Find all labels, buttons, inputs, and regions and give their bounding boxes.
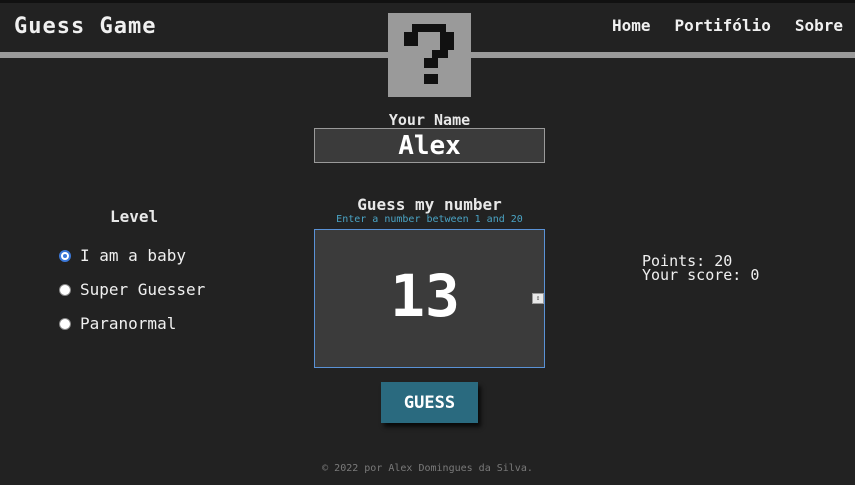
footer-text: © 2022 por Alex Domingues da Silva. [322,463,533,474]
nav-portfolio-link[interactable]: Portifólio [675,16,771,35]
level-option-label: Super Guesser [80,280,206,299]
page: Guess Game Home Portifólio Sobre Your Na… [0,0,855,485]
brand-title: Guess Game [14,14,157,39]
nav-about-link[interactable]: Sobre [795,16,843,35]
level-option-label: Paranormal [80,314,177,333]
logo [388,13,471,97]
level-radio-paranormal[interactable] [59,317,71,330]
level-option-baby[interactable]: I am a baby [59,246,186,265]
guess-button[interactable]: GUESS [381,382,478,423]
level-option-label: I am a baby [80,246,186,265]
number-spinner-icon[interactable]: ⇕ [532,293,544,304]
level-title: Level [110,207,159,226]
guess-number-value: 13 [390,262,460,330]
score-text: Your score: 0 [642,266,760,284]
nav-home-link[interactable]: Home [612,16,651,35]
main-nav: Home Portifólio Sobre [612,16,843,35]
score-panel: Points: 20 Your score: 0 [642,254,760,284]
guess-number-input[interactable]: 13 ⇕ [314,229,545,368]
question-mark-icon [404,24,454,84]
level-option-super-guesser[interactable]: Super Guesser [59,280,205,299]
level-radio-baby[interactable] [59,249,71,262]
level-option-paranormal[interactable]: Paranormal [59,314,176,333]
name-label: Your Name [388,111,471,129]
name-input[interactable] [314,128,545,163]
guess-hint: Enter a number between 1 and 20 [336,214,523,225]
top-border [0,0,855,3]
guess-title: Guess my number [357,195,502,214]
level-radio-super-guesser[interactable] [59,283,71,296]
